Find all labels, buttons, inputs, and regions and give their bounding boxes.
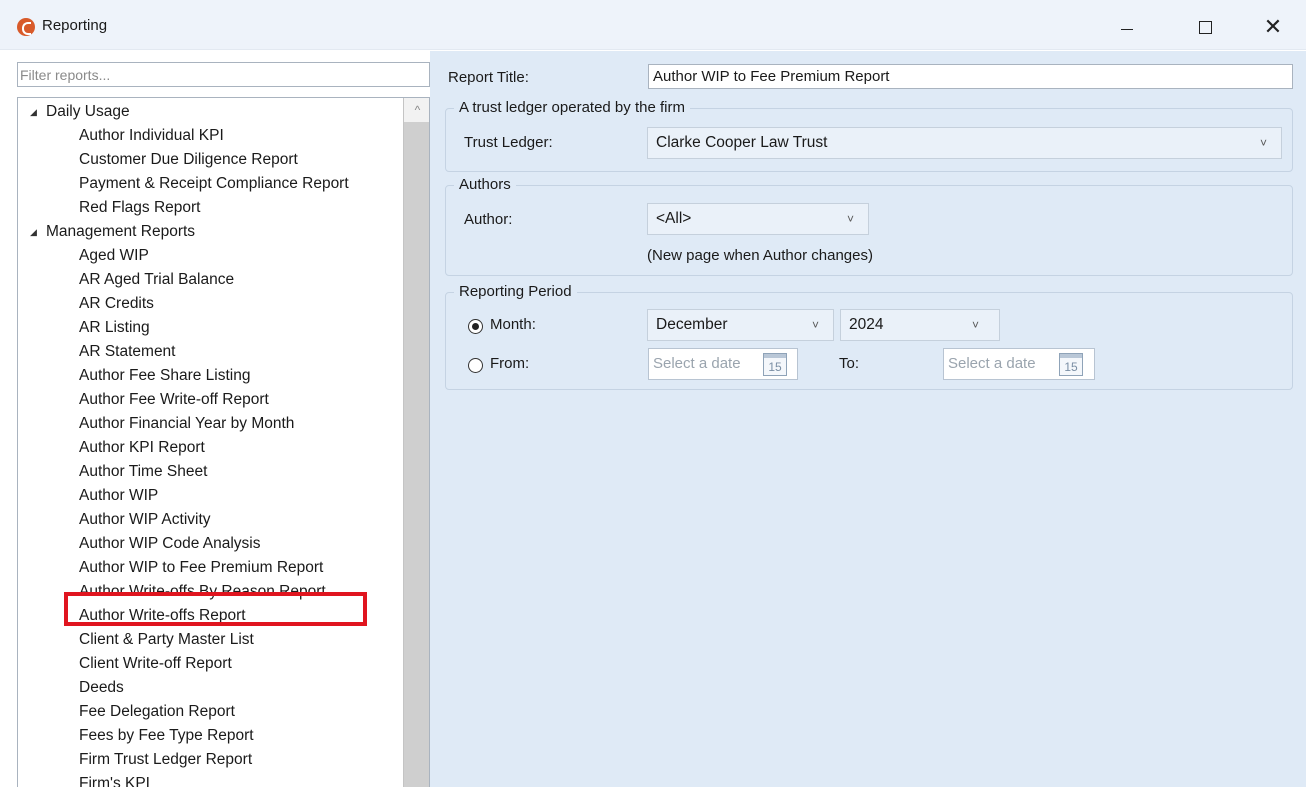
report-list-item[interactable]: Fee Delegation Report <box>18 700 349 724</box>
report-list-item[interactable]: Fees by Fee Type Report <box>18 724 349 748</box>
chevron-down-icon: ˅ <box>1260 136 1268 150</box>
app-logo-icon <box>17 18 35 36</box>
expand-arrow-icon[interactable]: ◢ <box>30 100 46 124</box>
report-list-item[interactable]: Author Fee Share Listing <box>18 364 349 388</box>
close-button[interactable]: ✕ <box>1250 10 1296 44</box>
report-list-item[interactable]: Author WIP to Fee Premium Report <box>18 556 349 580</box>
trust-ledger-label: Trust Ledger: <box>464 134 553 151</box>
window-title: Reporting <box>42 17 108 34</box>
report-list-item[interactable]: Client & Party Master List <box>18 628 349 652</box>
report-list-item[interactable]: Deeds <box>18 676 349 700</box>
report-list-item[interactable]: Author WIP <box>18 484 349 508</box>
report-list-panel: ◢Daily UsageAuthor Individual KPICustome… <box>0 51 430 787</box>
month-label: Month: <box>490 316 536 333</box>
report-list-item[interactable]: Author WIP Activity <box>18 508 349 532</box>
chevron-down-icon: ˅ <box>812 318 820 332</box>
calendar-icon[interactable]: 15 <box>763 353 787 376</box>
title-bar: Reporting ✕ <box>0 0 1306 50</box>
author-dropdown[interactable]: <All> ˅ <box>647 203 869 235</box>
reporting-period-group: Reporting Period Month: December ˅ 2024 … <box>445 282 1293 390</box>
authors-group-legend: Authors <box>454 175 516 195</box>
report-list-item[interactable]: Aged WIP <box>18 244 349 268</box>
expand-arrow-icon[interactable]: ◢ <box>30 220 46 244</box>
minimize-button[interactable] <box>1104 10 1150 44</box>
chevron-down-icon: ˅ <box>847 212 855 226</box>
report-list-item[interactable]: AR Statement <box>18 340 349 364</box>
report-list-item[interactable]: AR Listing <box>18 316 349 340</box>
trust-ledger-group: A trust ledger operated by the firm Trus… <box>445 98 1293 172</box>
report-list-item[interactable]: Author KPI Report <box>18 436 349 460</box>
report-options-panel: Report Title: Author WIP to Fee Premium … <box>430 51 1306 787</box>
scroll-up-icon[interactable]: ^ <box>404 98 429 122</box>
tree-group[interactable]: ◢ Daily Usage <box>18 100 349 124</box>
report-list-item[interactable]: Payment & Receipt Compliance Report <box>18 172 349 196</box>
report-list-item[interactable]: Author Write-offs Report <box>18 604 349 628</box>
author-value: <All> <box>656 210 692 227</box>
report-tree-list: ◢ Daily Usage Author Individual KPI Custome… <box>18 100 349 787</box>
report-list-item[interactable]: Customer Due Diligence Report <box>18 148 349 172</box>
to-label: To: <box>839 355 860 372</box>
report-title-input[interactable]: Author WIP to Fee Premium Report <box>648 64 1293 89</box>
year-value: 2024 <box>849 316 884 333</box>
trust-ledger-group-legend: A trust ledger operated by the firm <box>454 98 690 118</box>
report-list-item[interactable]: Firm Trust Ledger Report <box>18 748 349 772</box>
report-title-label: Report Title: <box>448 69 529 86</box>
calendar-icon[interactable]: 15 <box>1059 353 1083 376</box>
report-list-item[interactable]: AR Aged Trial Balance <box>18 268 349 292</box>
from-radio[interactable] <box>468 358 483 373</box>
report-list-item[interactable]: Red Flags Report <box>18 196 349 220</box>
close-icon: ✕ <box>1263 14 1283 39</box>
to-date-picker[interactable]: Select a date 15 <box>943 348 1095 380</box>
author-label: Author: <box>464 211 513 228</box>
report-list-item[interactable]: Firm's KPI <box>18 772 349 787</box>
tree-scrollbar[interactable]: ^ <box>403 98 429 787</box>
from-date-placeholder: Select a date <box>653 355 741 372</box>
tree-group-label: Daily Usage <box>46 103 130 120</box>
month-value: December <box>656 316 728 333</box>
reporting-period-group-legend: Reporting Period <box>454 282 577 302</box>
trust-ledger-dropdown[interactable]: Clarke Cooper Law Trust ˅ <box>647 127 1282 159</box>
report-list-item[interactable]: AR Credits <box>18 292 349 316</box>
report-tree: ◢ Daily Usage Author Individual KPI Custome… <box>17 97 430 787</box>
tree-group-label: Management Reports <box>46 223 196 240</box>
report-list-item[interactable]: Author WIP Code Analysis <box>18 532 349 556</box>
report-list-item[interactable]: Author Individual KPI <box>18 124 349 148</box>
report-list-item[interactable]: Author Financial Year by Month <box>18 412 349 436</box>
to-date-placeholder: Select a date <box>948 355 1036 372</box>
filter-reports-input[interactable] <box>17 62 430 87</box>
report-list-item[interactable]: Author Fee Write-off Report <box>18 388 349 412</box>
author-page-break-note: (New page when Author changes) <box>647 247 873 264</box>
chevron-down-icon: ˅ <box>972 318 980 332</box>
report-list-item[interactable]: Author Write-offs By Reason Report <box>18 580 349 604</box>
report-list-item[interactable]: Client Write-off Report <box>18 652 349 676</box>
authors-group: Authors Author: <All> ˅ (New page when A… <box>445 175 1293 276</box>
year-dropdown[interactable]: 2024 ˅ <box>840 309 1000 341</box>
maximize-button[interactable] <box>1182 10 1228 44</box>
from-label: From: <box>490 355 530 372</box>
report-list-item[interactable]: Author Time Sheet <box>18 460 349 484</box>
trust-ledger-value: Clarke Cooper Law Trust <box>656 134 828 151</box>
tree-group[interactable]: ◢ Management Reports <box>18 220 349 244</box>
month-radio[interactable] <box>468 319 483 334</box>
from-date-picker[interactable]: Select a date 15 <box>648 348 798 380</box>
month-dropdown[interactable]: December ˅ <box>647 309 834 341</box>
